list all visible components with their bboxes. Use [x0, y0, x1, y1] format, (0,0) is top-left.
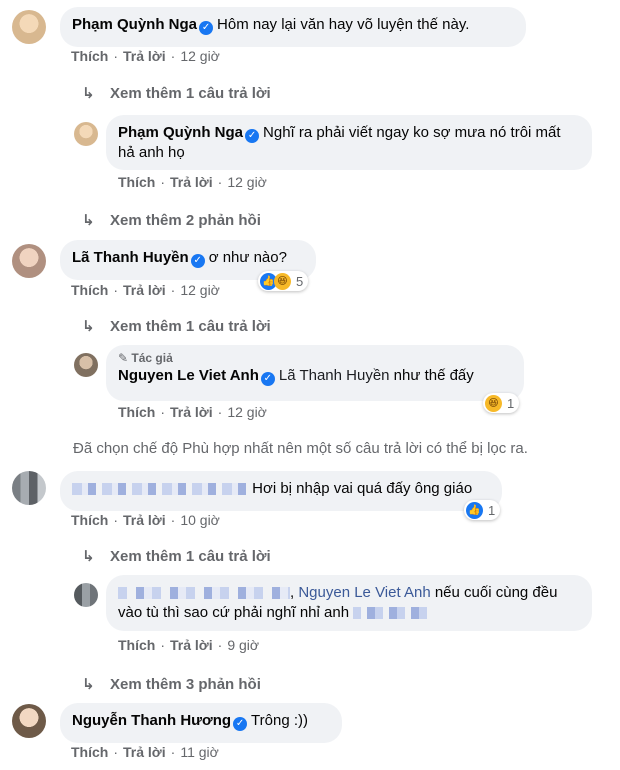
view-more-replies[interactable]: ↳ Xem thêm 1 câu trả lời [82, 84, 271, 102]
redacted-text [353, 607, 434, 620]
avatar[interactable] [74, 583, 98, 607]
avatar[interactable] [74, 353, 98, 377]
reply-button[interactable]: Trả lời [170, 637, 213, 653]
reaction-summary[interactable]: 👍 1 [464, 500, 501, 520]
timestamp[interactable]: 12 giờ [227, 174, 267, 190]
view-more-replies[interactable]: ↳ Xem thêm 3 phản hồi [82, 675, 261, 693]
like-reaction-icon: 👍 [466, 501, 483, 519]
pencil-icon: ✎ [118, 351, 132, 365]
reply-button[interactable]: Trả lời [170, 404, 213, 420]
comment-author[interactable]: Nguyễn Thanh Hương [72, 712, 231, 729]
reaction-summary[interactable]: 👍 😆 5 [258, 271, 309, 291]
like-button[interactable]: Thích [71, 48, 108, 64]
view-more-replies[interactable]: ↳ Xem thêm 2 phản hồi [82, 211, 261, 229]
timestamp[interactable]: 10 giờ [180, 512, 220, 528]
view-more-replies[interactable]: ↳ Xem thêm 1 câu trả lời [82, 317, 271, 335]
comment-author[interactable]: Phạm Quỳnh Nga [118, 124, 243, 141]
reaction-count: 1 [488, 502, 496, 518]
reply-button[interactable]: Trả lời [123, 48, 166, 64]
redacted-name [118, 587, 290, 600]
timestamp[interactable]: 11 giờ [180, 744, 219, 760]
reply-arrow-icon: ↳ [82, 85, 95, 102]
like-button[interactable]: Thích [118, 174, 155, 190]
verified-icon: ✓ [260, 372, 275, 386]
comment-bubble: ✎ Tác giả Nguyen Le Viet Anh ✓ Lã Thanh Hu… [106, 345, 524, 401]
reply-button[interactable]: Trả lời [123, 282, 166, 298]
comment-text: như thế đấy [393, 367, 474, 384]
comment-actions: Thích · Trả lời · 12 giờ [71, 48, 220, 64]
avatar[interactable] [12, 10, 46, 44]
reply-arrow-icon: ↳ [82, 676, 95, 693]
comment-actions: Thích · Trả lời · 11 giờ [71, 744, 219, 760]
comment-bubble: , Nguyen Le Viet Anh nếu cuối cùng đều v… [106, 575, 592, 631]
comment-author[interactable]: Lã Thanh Huyền [72, 249, 189, 266]
author-badge: ✎ Tác giả [118, 351, 173, 365]
comment-bubble: Hơi bị nhập vai quá đấy ông giáo [60, 471, 502, 511]
mention-tag[interactable]: Nguyen Le Viet Anh [298, 584, 430, 601]
like-button[interactable]: Thích [118, 404, 155, 420]
view-more-replies[interactable]: ↳ Xem thêm 1 câu trả lời [82, 547, 271, 565]
mention-tag[interactable]: Lã Thanh Huyền [279, 367, 390, 384]
avatar[interactable] [74, 122, 98, 146]
like-button[interactable]: Thích [118, 637, 155, 653]
reply-arrow-icon: ↳ [82, 212, 95, 229]
comment-text: Hôm nay lại văn hay võ luyện thế này. [217, 16, 470, 33]
haha-reaction-icon: 😆 [485, 394, 502, 412]
timestamp[interactable]: 12 giờ [227, 404, 267, 420]
verified-icon: ✓ [190, 254, 205, 268]
comment-actions: Thích · Trả lời · 12 giờ [118, 174, 267, 190]
like-button[interactable]: Thích [71, 744, 108, 760]
comment-text: ơ như nào? [208, 249, 287, 266]
comment-actions: Thích · Trả lời · 10 giờ [71, 512, 220, 528]
timestamp[interactable]: 12 giờ [180, 48, 220, 64]
filter-note: Đã chọn chế độ Phù hợp nhất nên một số c… [73, 440, 528, 457]
reaction-count: 1 [507, 395, 515, 411]
timestamp[interactable]: 12 giờ [180, 282, 220, 298]
redacted-name [72, 483, 248, 496]
reply-button[interactable]: Trả lời [123, 744, 166, 760]
reply-arrow-icon: ↳ [82, 548, 95, 565]
reaction-summary[interactable]: 😆 1 [483, 393, 520, 413]
verified-icon: ✓ [245, 129, 260, 143]
comment-actions: Thích · Trả lời · 9 giờ [118, 637, 260, 653]
timestamp[interactable]: 9 giờ [227, 637, 259, 653]
comment-actions: Thích · Trả lời · 12 giờ [118, 404, 267, 420]
like-button[interactable]: Thích [71, 282, 108, 298]
like-button[interactable]: Thích [71, 512, 108, 528]
comment-author[interactable]: Nguyen Le Viet Anh [118, 367, 259, 384]
avatar[interactable] [12, 704, 46, 738]
verified-icon: ✓ [199, 21, 214, 35]
comment-bubble: Phạm Quỳnh Nga ✓ Hôm nay lại văn hay võ lu… [60, 7, 526, 47]
reaction-count: 5 [296, 273, 304, 289]
comment-bubble: Phạm Quỳnh Nga ✓ Nghĩ ra phải viết ngay ko… [106, 115, 592, 170]
reply-arrow-icon: ↳ [82, 318, 95, 335]
comment-actions: Thích · Trả lời · 12 giờ [71, 282, 220, 298]
reply-button[interactable]: Trả lời [170, 174, 213, 190]
comment-text: Hơi bị nhập vai quá đấy ông giáo [252, 480, 473, 497]
comment-bubble: Nguyễn Thanh Hương ✓ Trông :)) [60, 703, 342, 743]
haha-reaction-icon: 😆 [274, 272, 291, 290]
avatar[interactable] [12, 244, 46, 278]
verified-icon: ✓ [233, 717, 248, 731]
comment-text: Trông :)) [251, 712, 308, 729]
comment-author[interactable]: Phạm Quỳnh Nga [72, 16, 197, 33]
avatar[interactable] [12, 471, 46, 505]
reply-button[interactable]: Trả lời [123, 512, 166, 528]
